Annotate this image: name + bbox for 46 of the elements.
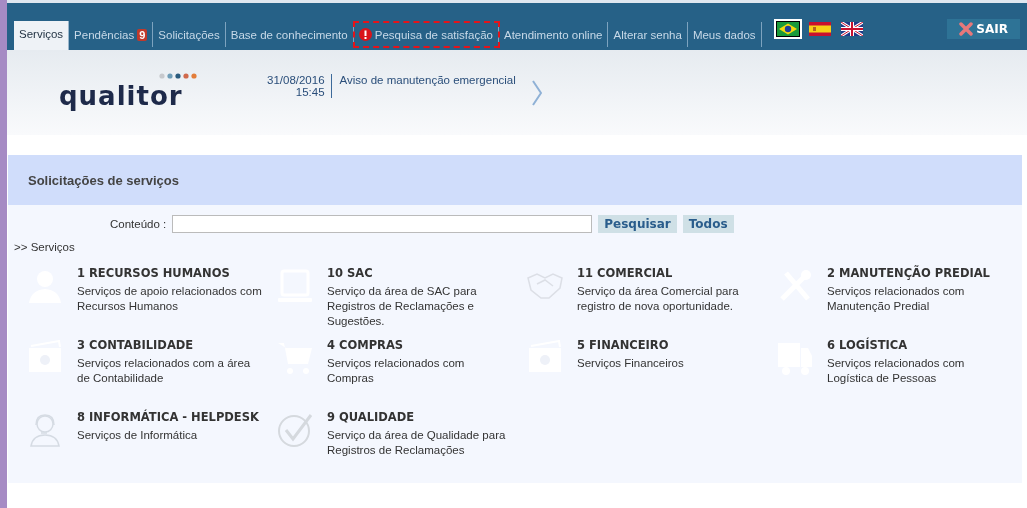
service-title[interactable]: 8 INFORMÁTICA - HELPDESK xyxy=(77,410,262,424)
service-description: Serviços de Informática xyxy=(77,428,199,443)
service-title[interactable]: 3 CONTABILIDADE xyxy=(77,338,262,352)
service-title[interactable]: 11 COMERCIAL xyxy=(577,266,762,280)
service-description: Serviços relacionados com a área de Contabilidade xyxy=(77,356,252,386)
nav-tab[interactable]: Pesquisa de satisfação xyxy=(353,22,499,47)
notice-time: 15:45 xyxy=(294,85,325,98)
brazil-flag-icon[interactable] xyxy=(773,19,802,39)
close-icon xyxy=(959,22,974,36)
service-description: Serviços relacionados com Compras xyxy=(327,356,466,386)
count-badge: 9 xyxy=(137,28,148,41)
logo: qualitor xyxy=(59,80,183,111)
check-icon xyxy=(277,412,313,448)
service-title[interactable]: 1 RECURSOS HUMANOS xyxy=(77,266,262,280)
alert-icon xyxy=(358,28,372,41)
service-description: Serviços relacionados com Logística de Pessoas xyxy=(827,356,966,386)
nav-tab[interactable]: Base de conhecimento xyxy=(225,22,354,47)
notice-link[interactable]: Aviso de manutenção emergencial xyxy=(339,73,516,86)
service-description: Serviços relacionados com Manutenção Predial xyxy=(827,284,966,314)
service-title[interactable]: 2 MANUTENÇÃO PREDIAL xyxy=(827,266,1012,280)
service-title[interactable]: 10 SAC xyxy=(327,266,512,280)
notice-date: 31/08/2016 xyxy=(267,73,325,86)
service-description: Serviços Financeiros xyxy=(577,356,685,371)
nav-tab[interactable]: Meus dados xyxy=(687,22,762,47)
nav-tab[interactable]: Atendimento online xyxy=(499,22,609,47)
nav-tab[interactable]: Alterar senha xyxy=(608,22,688,47)
service-title[interactable]: 4 COMPRAS xyxy=(327,338,512,352)
nav-tab[interactable]: Solicitações xyxy=(153,22,226,47)
service-description: Serviço da área Comercial para registro de nova oportunidade. xyxy=(577,284,740,314)
nav-tab[interactable]: Pendências 9 xyxy=(69,22,154,47)
service-description: Serviço da área de Qualidade para Registros de Reclamações xyxy=(327,428,507,458)
logout-button[interactable]: SAIR xyxy=(947,19,1020,39)
search-label: Conteúdo : xyxy=(110,218,167,230)
search-button[interactable]: Todos xyxy=(682,215,734,233)
headset-icon xyxy=(27,412,63,448)
search-field[interactable] xyxy=(172,215,593,233)
logo-dots-icon xyxy=(159,72,197,79)
service-title[interactable]: 9 QUALIDADE xyxy=(327,410,512,424)
service-description: Serviço da área de SAC para Registros de Reclamações e Sugestões. xyxy=(327,284,478,329)
search-button[interactable]: Pesquisar xyxy=(598,215,677,233)
breadcrumb: >> Serviços xyxy=(14,241,76,253)
panel-title: Solicitações de serviços xyxy=(8,155,1022,205)
nav-tab[interactable]: Serviços xyxy=(14,21,70,50)
service-title[interactable]: 5 FINANCEIRO xyxy=(577,338,762,352)
service-title[interactable]: 6 LOGÍSTICA xyxy=(827,338,1012,352)
service-description: Serviços de apoio relacionados com Recursos Humanos xyxy=(77,284,262,314)
